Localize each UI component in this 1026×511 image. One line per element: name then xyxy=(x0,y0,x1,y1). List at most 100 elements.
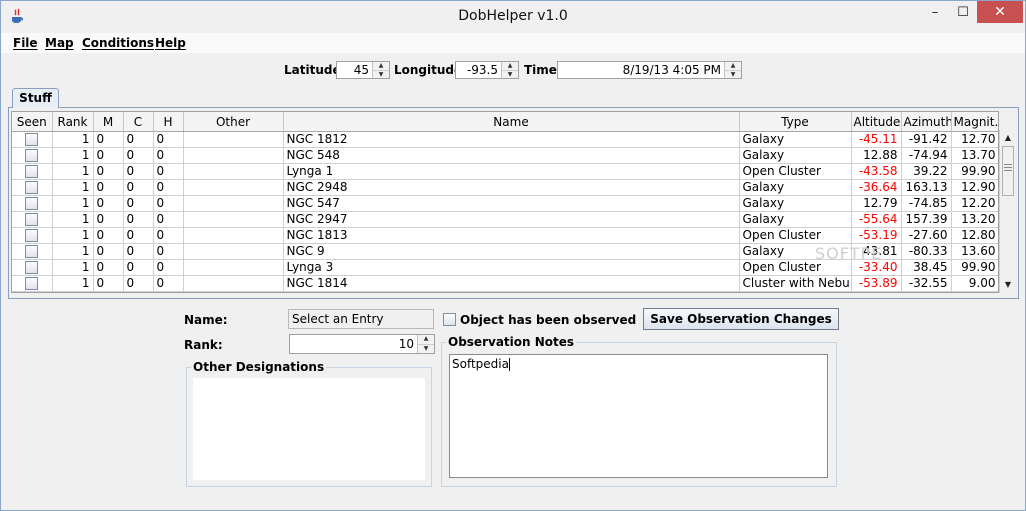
seen-checkbox[interactable] xyxy=(25,181,39,194)
rank-spinner[interactable]: 10 ▲ ▼ xyxy=(289,334,435,354)
cell-m[interactable]: 0 xyxy=(93,179,124,196)
cell-other[interactable] xyxy=(183,163,284,180)
seen-checkbox[interactable] xyxy=(25,165,39,178)
cell-altitude[interactable]: 12.88 xyxy=(851,147,902,164)
spin-down-icon[interactable]: ▼ xyxy=(373,71,389,79)
cell-azimuth[interactable]: -27.60 xyxy=(901,227,952,244)
observed-label[interactable]: Object has been observed xyxy=(460,313,636,327)
cell-c[interactable]: 0 xyxy=(123,243,154,260)
col-header-other[interactable]: Other xyxy=(183,112,284,132)
cell-m[interactable]: 0 xyxy=(93,275,124,292)
spin-down-icon[interactable]: ▼ xyxy=(502,71,518,79)
cell-seen[interactable] xyxy=(12,227,53,244)
seen-checkbox[interactable] xyxy=(25,197,39,210)
seen-checkbox[interactable] xyxy=(25,229,39,242)
cell-m[interactable]: 0 xyxy=(93,147,124,164)
cell-seen[interactable] xyxy=(12,131,53,148)
table-row[interactable]: 1 0 0 0 NGC 2947 Galaxy -55.64 157.39 13.20 xyxy=(12,211,998,228)
cell-c[interactable]: 0 xyxy=(123,163,154,180)
table-row[interactable]: 1 0 0 0 Lynga 1 Open Cluster -43.58 39.22 99.90 xyxy=(12,163,998,180)
cell-azimuth[interactable]: 163.13 xyxy=(901,179,952,196)
cell-other[interactable] xyxy=(183,275,284,292)
cell-magnitude[interactable]: 12.70 xyxy=(951,131,998,148)
cell-h[interactable]: 0 xyxy=(153,195,184,212)
cell-name[interactable]: NGC 1814 xyxy=(283,275,740,292)
cell-other[interactable] xyxy=(183,259,284,276)
cell-azimuth[interactable]: -74.85 xyxy=(901,195,952,212)
menu-help[interactable]: Help xyxy=(155,36,186,50)
observed-checkbox[interactable] xyxy=(443,313,456,326)
spin-up-icon[interactable]: ▲ xyxy=(418,335,434,345)
cell-altitude[interactable]: 12.79 xyxy=(851,195,902,212)
cell-seen[interactable] xyxy=(12,147,53,164)
cell-c[interactable]: 0 xyxy=(123,131,154,148)
cell-c[interactable]: 0 xyxy=(123,147,154,164)
spin-down-icon[interactable]: ▼ xyxy=(418,345,434,353)
cell-altitude[interactable]: -43.58 xyxy=(851,163,902,180)
cell-m[interactable]: 0 xyxy=(93,211,124,228)
table-scrollbar[interactable]: ▲ ▼ xyxy=(999,130,1016,293)
col-header-azimuth[interactable]: Azimuth xyxy=(901,112,952,132)
scroll-thumb[interactable] xyxy=(1002,146,1014,196)
spin-up-icon[interactable]: ▲ xyxy=(373,62,389,71)
cell-rank[interactable]: 1 xyxy=(52,227,94,244)
cell-other[interactable] xyxy=(183,195,284,212)
cell-altitude[interactable]: -55.64 xyxy=(851,211,902,228)
seen-checkbox[interactable] xyxy=(25,149,39,162)
cell-m[interactable]: 0 xyxy=(93,227,124,244)
cell-other[interactable] xyxy=(183,243,284,260)
cell-rank[interactable]: 1 xyxy=(52,259,94,276)
cell-rank[interactable]: 1 xyxy=(52,195,94,212)
cell-name[interactable]: NGC 1812 xyxy=(283,131,740,148)
cell-m[interactable]: 0 xyxy=(93,259,124,276)
cell-h[interactable]: 0 xyxy=(153,147,184,164)
cell-name[interactable]: Lynga 3 xyxy=(283,259,740,276)
cell-seen[interactable] xyxy=(12,179,53,196)
col-header-altitude[interactable]: Altitude xyxy=(851,112,902,132)
cell-rank[interactable]: 1 xyxy=(52,147,94,164)
cell-altitude[interactable]: -53.19 xyxy=(851,227,902,244)
cell-azimuth[interactable]: 157.39 xyxy=(901,211,952,228)
cell-h[interactable]: 0 xyxy=(153,243,184,260)
cell-magnitude[interactable]: 12.90 xyxy=(951,179,998,196)
close-button[interactable]: ✕ xyxy=(977,1,1023,23)
seen-checkbox[interactable] xyxy=(25,245,39,258)
save-observation-button[interactable]: Save Observation Changes xyxy=(643,308,839,330)
cell-seen[interactable] xyxy=(12,211,53,228)
cell-type[interactable]: Galaxy xyxy=(739,211,852,228)
menu-file[interactable]: File xyxy=(13,36,38,50)
spin-down-icon[interactable]: ▼ xyxy=(725,71,741,79)
longitude-spinner[interactable]: -93.5 ▲ ▼ xyxy=(455,61,519,79)
cell-m[interactable]: 0 xyxy=(93,195,124,212)
cell-magnitude[interactable]: 99.90 xyxy=(951,163,998,180)
other-designations-list[interactable] xyxy=(193,378,425,480)
cell-other[interactable] xyxy=(183,131,284,148)
spin-up-icon[interactable]: ▲ xyxy=(725,62,741,71)
cell-other[interactable] xyxy=(183,227,284,244)
col-header-magnitude[interactable]: Magnit... xyxy=(951,112,998,132)
latitude-spinner[interactable]: 45 ▲ ▼ xyxy=(336,61,390,79)
cell-name[interactable]: NGC 548 xyxy=(283,147,740,164)
cell-seen[interactable] xyxy=(12,195,53,212)
cell-c[interactable]: 0 xyxy=(123,179,154,196)
cell-azimuth[interactable]: 38.45 xyxy=(901,259,952,276)
table-row[interactable]: 1 0 0 0 NGC 1812 Galaxy -45.11 -91.42 12.70 xyxy=(12,131,998,148)
cell-altitude[interactable]: -36.64 xyxy=(851,179,902,196)
cell-h[interactable]: 0 xyxy=(153,211,184,228)
cell-c[interactable]: 0 xyxy=(123,227,154,244)
col-header-m[interactable]: M xyxy=(93,112,124,132)
table-row[interactable]: 1 0 0 0 NGC 548 Galaxy 12.88 -74.94 13.70 xyxy=(12,147,998,164)
cell-magnitude[interactable]: 13.70 xyxy=(951,147,998,164)
col-header-h[interactable]: H xyxy=(153,112,184,132)
cell-h[interactable]: 0 xyxy=(153,259,184,276)
cell-magnitude[interactable]: 12.80 xyxy=(951,227,998,244)
cell-h[interactable]: 0 xyxy=(153,275,184,292)
cell-c[interactable]: 0 xyxy=(123,195,154,212)
cell-seen[interactable] xyxy=(12,163,53,180)
cell-other[interactable] xyxy=(183,147,284,164)
menu-map[interactable]: Map xyxy=(45,36,74,50)
cell-magnitude[interactable]: 12.20 xyxy=(951,195,998,212)
seen-checkbox[interactable] xyxy=(25,133,39,146)
minimize-button[interactable]: – xyxy=(921,1,949,23)
cell-rank[interactable]: 1 xyxy=(52,131,94,148)
